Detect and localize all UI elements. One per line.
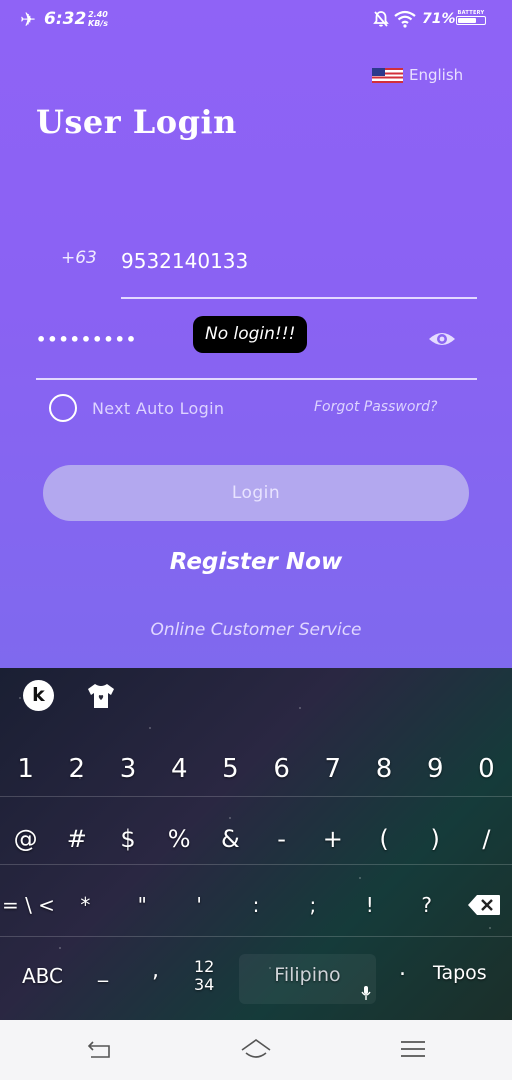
key-1[interactable]: 1 [0, 754, 51, 784]
auto-login-toggle[interactable]: Next Auto Login [49, 394, 224, 422]
password-underline [36, 378, 477, 380]
airplane-mode-icon: ✈ [20, 9, 36, 31]
back-icon[interactable] [87, 1038, 113, 1060]
country-code[interactable]: +63 [61, 248, 97, 268]
page-title: User Login [36, 103, 237, 141]
key-double-quote[interactable]: " [114, 891, 171, 919]
toast-message: No login!!! [193, 316, 308, 353]
battery-icon: BATTERY [456, 10, 486, 25]
key-colon[interactable]: : [228, 891, 285, 919]
row-divider [0, 936, 512, 937]
key-percent[interactable]: % [154, 825, 205, 853]
system-nav-bar [0, 1020, 512, 1080]
password-input[interactable] [36, 325, 186, 353]
radio-icon [49, 394, 77, 422]
notifications-off-icon [373, 11, 389, 27]
keyboard-bottom-row: ABC _ , 12 34 Filipino . Tapos [0, 940, 512, 1020]
digits-row: 1 2 3 4 5 6 7 8 9 0 [0, 754, 512, 784]
home-icon[interactable] [240, 1038, 272, 1060]
key-slash[interactable]: / [461, 825, 512, 853]
key-close-paren[interactable]: ) [410, 825, 461, 853]
backspace-icon [467, 895, 500, 915]
key-semicolon[interactable]: ; [284, 891, 341, 919]
key-9[interactable]: 9 [410, 754, 461, 784]
key-asterisk[interactable]: * [57, 891, 114, 919]
key-dollar[interactable]: $ [102, 825, 153, 853]
key-8[interactable]: 8 [358, 754, 409, 784]
login-screen: ✈ 6:32 2.40 KB/s 71% BATTERY English Use… [0, 0, 512, 668]
comma-key[interactable]: , [152, 958, 159, 983]
auto-login-label: Next Auto Login [92, 398, 225, 418]
network-speed-value: 2.40 [88, 10, 108, 19]
enter-key[interactable]: Tapos [433, 962, 487, 984]
period-key[interactable]: . [399, 956, 406, 981]
register-link[interactable]: Register Now [0, 549, 512, 575]
key-7[interactable]: 7 [307, 754, 358, 784]
keyboard-logo-icon[interactable]: k [23, 680, 54, 711]
battery-level [458, 18, 477, 23]
key-more-symbols[interactable]: = \ < [0, 891, 57, 919]
status-bar: ✈ 6:32 2.40 KB/s 71% BATTERY [0, 0, 512, 40]
row-divider [0, 796, 512, 797]
key-at[interactable]: @ [0, 825, 51, 853]
numpad-key-top: 12 [194, 957, 215, 976]
show-password-icon[interactable] [427, 328, 457, 350]
key-ampersand[interactable]: & [205, 825, 256, 853]
key-hash[interactable]: # [51, 825, 102, 853]
microphone-icon [361, 986, 371, 1000]
soft-keyboard: k 1 2 3 4 5 6 7 8 9 0 @ # $ % & - + ( ) … [0, 668, 512, 1020]
numpad-key[interactable]: 12 34 [194, 958, 214, 994]
network-speed: 2.40 KB/s [88, 10, 108, 28]
key-3[interactable]: 3 [102, 754, 153, 784]
row-divider [0, 864, 512, 865]
underscore-key[interactable]: _ [98, 958, 108, 982]
language-label: English [409, 66, 464, 84]
key-open-paren[interactable]: ( [358, 825, 409, 853]
backspace-key[interactable] [455, 891, 512, 919]
key-0[interactable]: 0 [461, 754, 512, 784]
login-button[interactable]: Login [43, 465, 469, 521]
numpad-key-bottom: 34 [194, 975, 215, 994]
key-minus[interactable]: - [256, 825, 307, 853]
space-key-label: Filipino [274, 964, 341, 986]
us-flag-icon [372, 67, 403, 83]
key-single-quote[interactable]: ' [171, 891, 228, 919]
phone-input[interactable] [121, 246, 477, 276]
key-question[interactable]: ? [398, 891, 455, 919]
battery-percent: 71% [422, 11, 456, 27]
status-time: 6:32 [44, 9, 87, 29]
symbols-row-2: = \ < * " ' : ; ! ? [0, 891, 512, 919]
key-plus[interactable]: + [307, 825, 358, 853]
key-exclamation[interactable]: ! [341, 891, 398, 919]
forgot-password-link[interactable]: Forgot Password? [314, 399, 437, 415]
key-6[interactable]: 6 [256, 754, 307, 784]
keyboard-toolbar: k [0, 668, 512, 724]
phone-underline [121, 297, 477, 299]
battery-label: BATTERY [457, 10, 485, 16]
menu-icon[interactable] [400, 1038, 426, 1060]
symbols-row-1: @ # $ % & - + ( ) / [0, 825, 512, 853]
key-4[interactable]: 4 [154, 754, 205, 784]
customer-service-link[interactable]: Online Customer Service [0, 620, 512, 640]
space-key[interactable]: Filipino [239, 954, 376, 1004]
theme-shirt-icon[interactable] [86, 682, 116, 710]
language-selector[interactable]: English [372, 66, 463, 84]
abc-key[interactable]: ABC [22, 964, 63, 988]
key-2[interactable]: 2 [51, 754, 102, 784]
wifi-icon [394, 10, 416, 28]
network-speed-unit: KB/s [88, 19, 108, 28]
key-5[interactable]: 5 [205, 754, 256, 784]
